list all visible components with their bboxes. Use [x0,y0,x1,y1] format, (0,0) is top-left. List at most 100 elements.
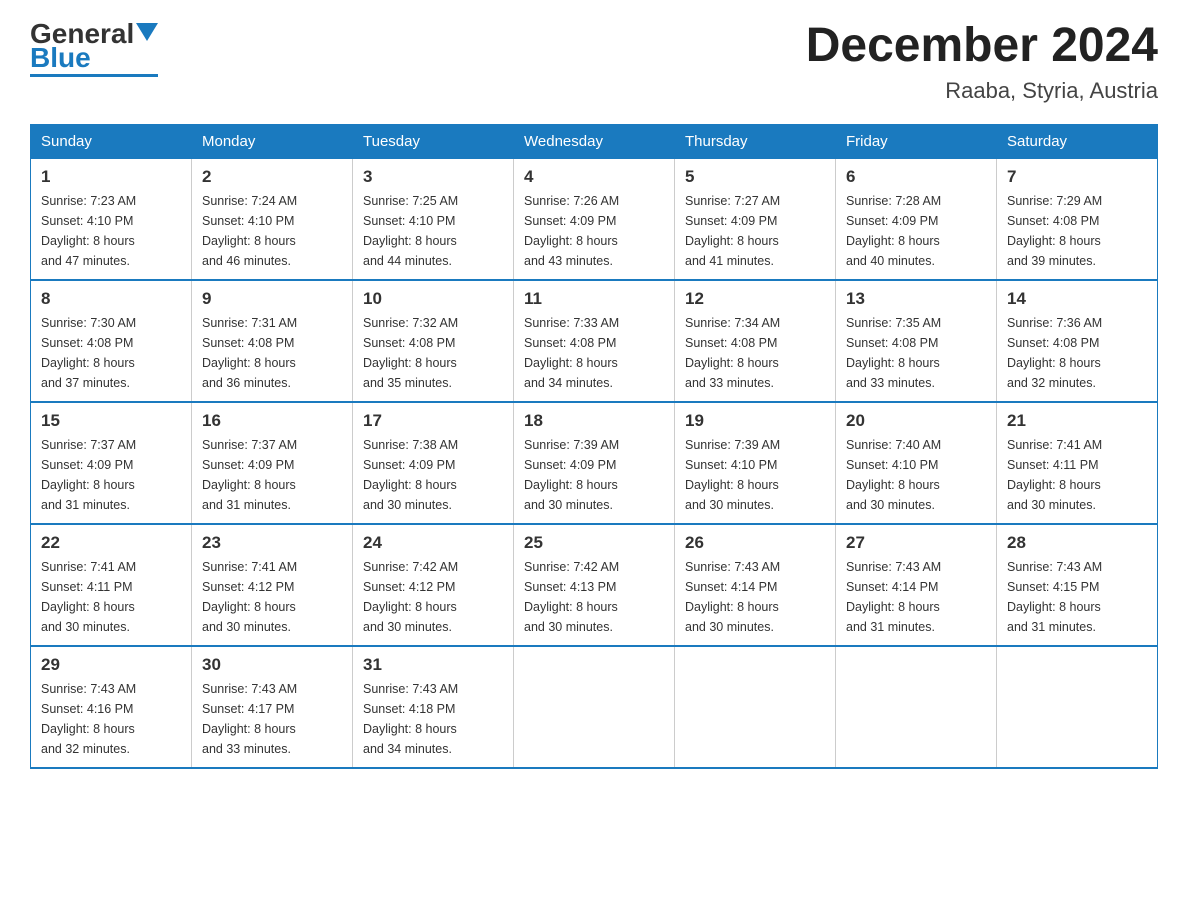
day-info: Sunrise: 7:39 AM Sunset: 4:10 PM Dayligh… [685,435,825,515]
calendar-cell: 13 Sunrise: 7:35 AM Sunset: 4:08 PM Dayl… [836,280,997,402]
day-info: Sunrise: 7:43 AM Sunset: 4:17 PM Dayligh… [202,679,342,759]
day-info: Sunrise: 7:42 AM Sunset: 4:13 PM Dayligh… [524,557,664,637]
calendar-table: Sunday Monday Tuesday Wednesday Thursday… [30,124,1158,769]
day-info: Sunrise: 7:26 AM Sunset: 4:09 PM Dayligh… [524,191,664,271]
calendar-cell: 29 Sunrise: 7:43 AM Sunset: 4:16 PM Dayl… [31,646,192,768]
day-info: Sunrise: 7:31 AM Sunset: 4:08 PM Dayligh… [202,313,342,393]
header-row: Sunday Monday Tuesday Wednesday Thursday… [31,124,1158,158]
day-number: 6 [846,167,986,187]
day-info: Sunrise: 7:43 AM Sunset: 4:18 PM Dayligh… [363,679,503,759]
calendar-cell: 16 Sunrise: 7:37 AM Sunset: 4:09 PM Dayl… [192,402,353,524]
calendar-cell: 11 Sunrise: 7:33 AM Sunset: 4:08 PM Dayl… [514,280,675,402]
title-section: December 2024 Raaba, Styria, Austria [806,20,1158,104]
day-info: Sunrise: 7:23 AM Sunset: 4:10 PM Dayligh… [41,191,181,271]
day-number: 11 [524,289,664,309]
calendar-cell: 26 Sunrise: 7:43 AM Sunset: 4:14 PM Dayl… [675,524,836,646]
day-info: Sunrise: 7:27 AM Sunset: 4:09 PM Dayligh… [685,191,825,271]
logo-blue-text: Blue [30,44,91,72]
day-number: 2 [202,167,342,187]
calendar-cell: 4 Sunrise: 7:26 AM Sunset: 4:09 PM Dayli… [514,158,675,280]
day-info: Sunrise: 7:41 AM Sunset: 4:11 PM Dayligh… [1007,435,1147,515]
calendar-cell: 5 Sunrise: 7:27 AM Sunset: 4:09 PM Dayli… [675,158,836,280]
day-number: 21 [1007,411,1147,431]
month-title: December 2024 [806,20,1158,73]
day-info: Sunrise: 7:41 AM Sunset: 4:11 PM Dayligh… [41,557,181,637]
col-monday: Monday [192,124,353,158]
calendar-header: Sunday Monday Tuesday Wednesday Thursday… [31,124,1158,158]
day-number: 14 [1007,289,1147,309]
col-saturday: Saturday [997,124,1158,158]
day-number: 10 [363,289,503,309]
day-number: 19 [685,411,825,431]
calendar-cell: 21 Sunrise: 7:41 AM Sunset: 4:11 PM Dayl… [997,402,1158,524]
calendar-week-1: 1 Sunrise: 7:23 AM Sunset: 4:10 PM Dayli… [31,158,1158,280]
calendar-cell: 28 Sunrise: 7:43 AM Sunset: 4:15 PM Dayl… [997,524,1158,646]
calendar-cell: 1 Sunrise: 7:23 AM Sunset: 4:10 PM Dayli… [31,158,192,280]
day-info: Sunrise: 7:35 AM Sunset: 4:08 PM Dayligh… [846,313,986,393]
day-number: 7 [1007,167,1147,187]
calendar-cell: 6 Sunrise: 7:28 AM Sunset: 4:09 PM Dayli… [836,158,997,280]
day-number: 28 [1007,533,1147,553]
day-info: Sunrise: 7:33 AM Sunset: 4:08 PM Dayligh… [524,313,664,393]
day-info: Sunrise: 7:30 AM Sunset: 4:08 PM Dayligh… [41,313,181,393]
col-wednesday: Wednesday [514,124,675,158]
day-number: 30 [202,655,342,675]
location-subtitle: Raaba, Styria, Austria [806,78,1158,104]
day-info: Sunrise: 7:41 AM Sunset: 4:12 PM Dayligh… [202,557,342,637]
calendar-cell: 10 Sunrise: 7:32 AM Sunset: 4:08 PM Dayl… [353,280,514,402]
calendar-cell [997,646,1158,768]
day-number: 8 [41,289,181,309]
day-number: 29 [41,655,181,675]
day-number: 17 [363,411,503,431]
day-info: Sunrise: 7:38 AM Sunset: 4:09 PM Dayligh… [363,435,503,515]
day-info: Sunrise: 7:36 AM Sunset: 4:08 PM Dayligh… [1007,313,1147,393]
day-info: Sunrise: 7:25 AM Sunset: 4:10 PM Dayligh… [363,191,503,271]
day-info: Sunrise: 7:40 AM Sunset: 4:10 PM Dayligh… [846,435,986,515]
calendar-body: 1 Sunrise: 7:23 AM Sunset: 4:10 PM Dayli… [31,158,1158,768]
day-number: 16 [202,411,342,431]
calendar-cell: 12 Sunrise: 7:34 AM Sunset: 4:08 PM Dayl… [675,280,836,402]
calendar-cell: 2 Sunrise: 7:24 AM Sunset: 4:10 PM Dayli… [192,158,353,280]
calendar-week-3: 15 Sunrise: 7:37 AM Sunset: 4:09 PM Dayl… [31,402,1158,524]
day-info: Sunrise: 7:43 AM Sunset: 4:14 PM Dayligh… [846,557,986,637]
day-number: 5 [685,167,825,187]
calendar-cell: 19 Sunrise: 7:39 AM Sunset: 4:10 PM Dayl… [675,402,836,524]
day-number: 23 [202,533,342,553]
day-info: Sunrise: 7:28 AM Sunset: 4:09 PM Dayligh… [846,191,986,271]
day-info: Sunrise: 7:43 AM Sunset: 4:14 PM Dayligh… [685,557,825,637]
calendar-cell: 14 Sunrise: 7:36 AM Sunset: 4:08 PM Dayl… [997,280,1158,402]
day-number: 25 [524,533,664,553]
calendar-cell: 25 Sunrise: 7:42 AM Sunset: 4:13 PM Dayl… [514,524,675,646]
calendar-cell [514,646,675,768]
day-number: 26 [685,533,825,553]
calendar-cell: 31 Sunrise: 7:43 AM Sunset: 4:18 PM Dayl… [353,646,514,768]
calendar-cell: 27 Sunrise: 7:43 AM Sunset: 4:14 PM Dayl… [836,524,997,646]
day-info: Sunrise: 7:43 AM Sunset: 4:15 PM Dayligh… [1007,557,1147,637]
day-number: 20 [846,411,986,431]
day-number: 18 [524,411,664,431]
logo: General Blue [30,20,158,77]
col-thursday: Thursday [675,124,836,158]
calendar-cell: 17 Sunrise: 7:38 AM Sunset: 4:09 PM Dayl… [353,402,514,524]
day-info: Sunrise: 7:34 AM Sunset: 4:08 PM Dayligh… [685,313,825,393]
calendar-week-4: 22 Sunrise: 7:41 AM Sunset: 4:11 PM Dayl… [31,524,1158,646]
day-number: 1 [41,167,181,187]
day-info: Sunrise: 7:39 AM Sunset: 4:09 PM Dayligh… [524,435,664,515]
calendar-cell: 20 Sunrise: 7:40 AM Sunset: 4:10 PM Dayl… [836,402,997,524]
day-number: 13 [846,289,986,309]
col-sunday: Sunday [31,124,192,158]
col-friday: Friday [836,124,997,158]
day-info: Sunrise: 7:37 AM Sunset: 4:09 PM Dayligh… [202,435,342,515]
logo-triangle-icon [136,23,158,41]
day-number: 9 [202,289,342,309]
calendar-cell: 9 Sunrise: 7:31 AM Sunset: 4:08 PM Dayli… [192,280,353,402]
day-number: 12 [685,289,825,309]
calendar-cell: 8 Sunrise: 7:30 AM Sunset: 4:08 PM Dayli… [31,280,192,402]
calendar-cell: 18 Sunrise: 7:39 AM Sunset: 4:09 PM Dayl… [514,402,675,524]
calendar-week-5: 29 Sunrise: 7:43 AM Sunset: 4:16 PM Dayl… [31,646,1158,768]
logo-underline [30,74,158,77]
calendar-cell: 24 Sunrise: 7:42 AM Sunset: 4:12 PM Dayl… [353,524,514,646]
day-info: Sunrise: 7:32 AM Sunset: 4:08 PM Dayligh… [363,313,503,393]
day-number: 24 [363,533,503,553]
calendar-cell: 23 Sunrise: 7:41 AM Sunset: 4:12 PM Dayl… [192,524,353,646]
